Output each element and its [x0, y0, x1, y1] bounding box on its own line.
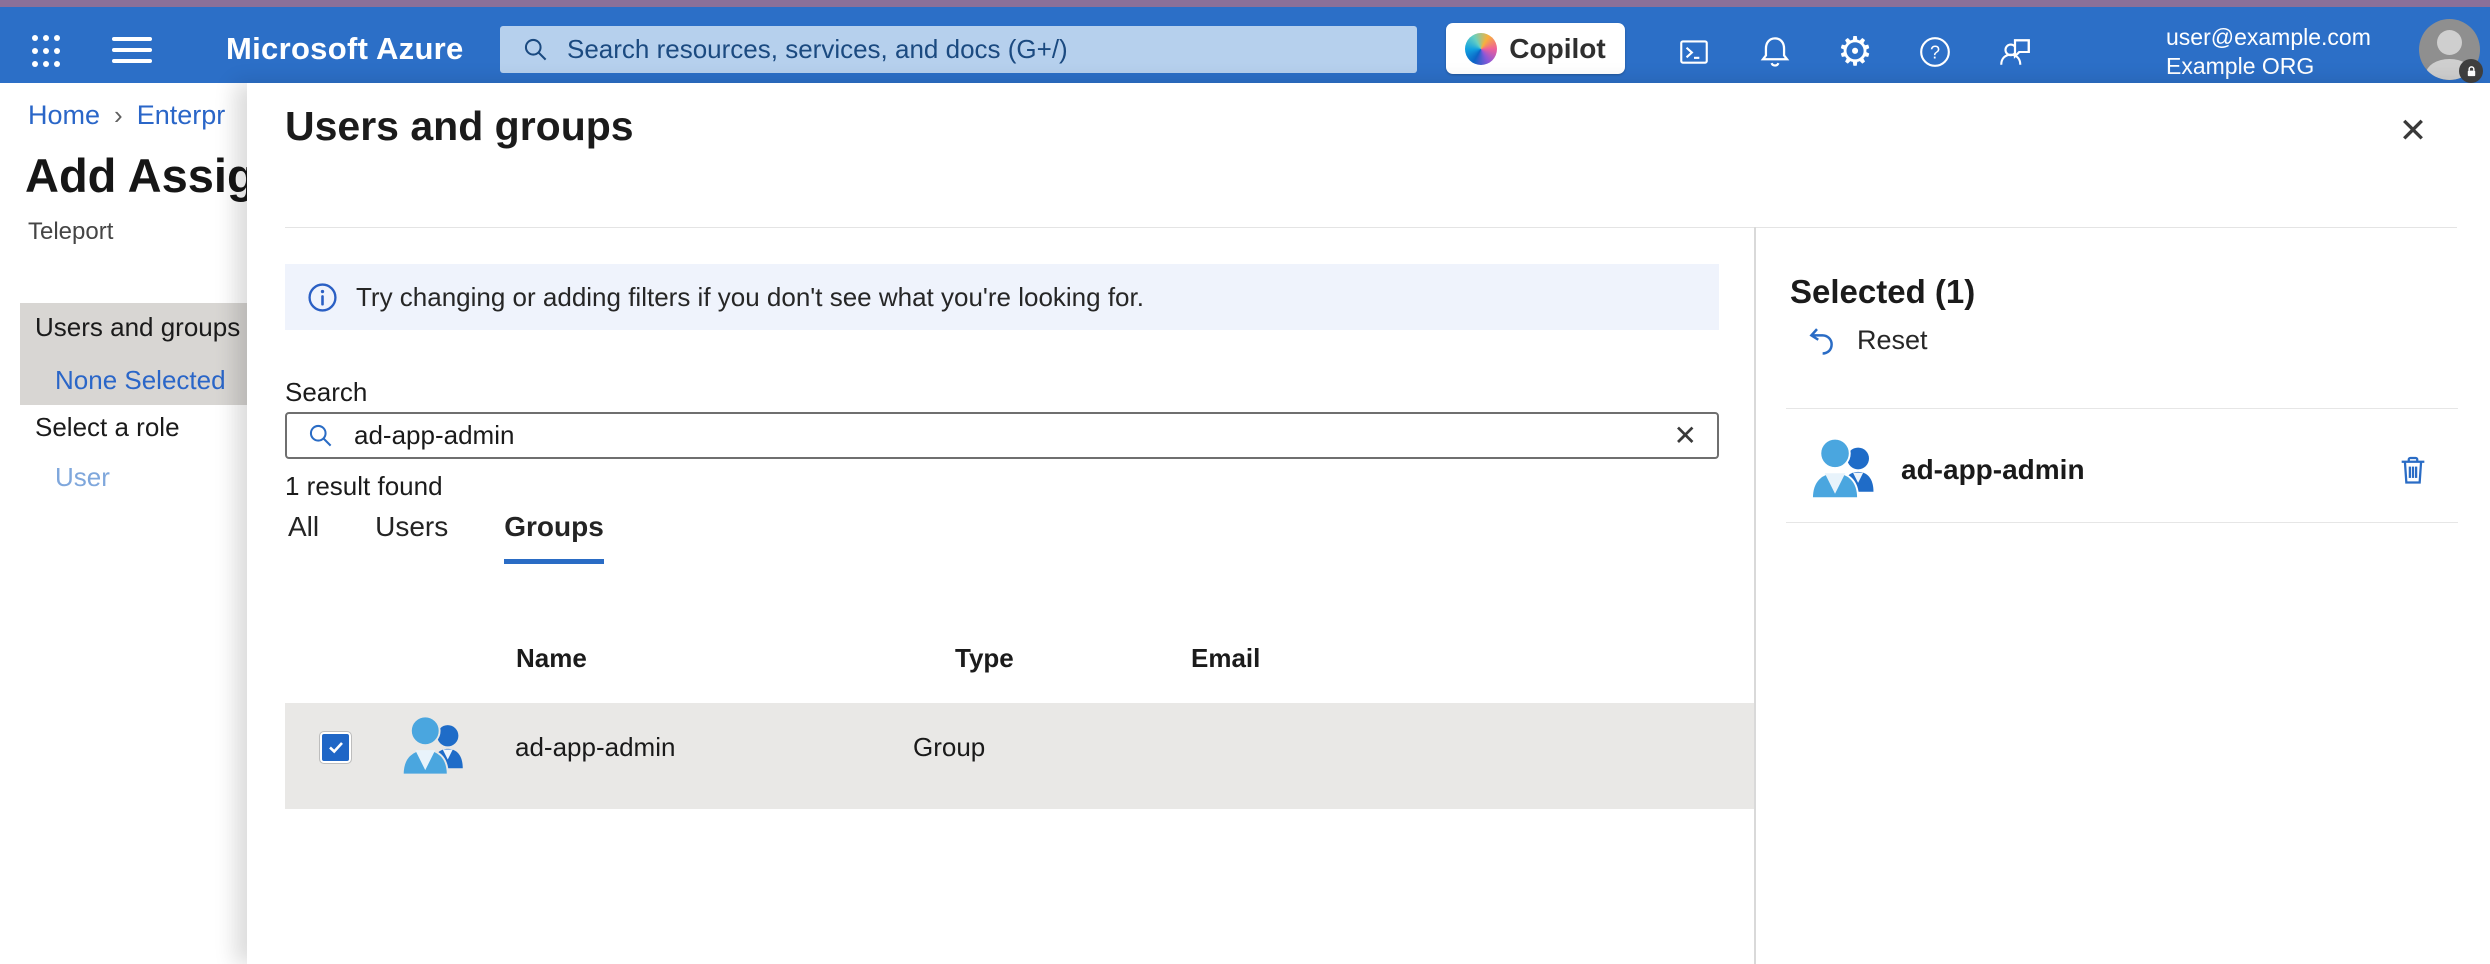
remove-trash-icon[interactable] [2396, 453, 2430, 487]
info-icon [307, 282, 338, 313]
azure-top-bar: Microsoft Azure Search resources, servic… [0, 7, 2490, 83]
svg-text:?: ? [1930, 42, 1940, 62]
account-email: user@example.com [2166, 23, 2371, 52]
azure-brand[interactable]: Microsoft Azure [226, 31, 464, 67]
row-checkbox[interactable] [320, 732, 351, 763]
column-header-name: Name [516, 643, 587, 674]
search-input[interactable]: ad-app-admin ✕ [285, 412, 1719, 459]
close-icon[interactable]: ✕ [2387, 105, 2439, 157]
breadcrumb-home-link[interactable]: Home [28, 100, 100, 130]
portal-menu-icon[interactable] [112, 33, 152, 67]
cloud-shell-icon[interactable] [1670, 28, 1718, 76]
wizard-step2-label: Select a role [35, 412, 180, 443]
tab-all[interactable]: All [288, 511, 319, 564]
selected-divider-top [1786, 408, 2458, 409]
result-count: 1 result found [285, 471, 443, 502]
feedback-icon[interactable] [1991, 28, 2039, 76]
group-icon [394, 707, 474, 787]
account-info[interactable]: user@example.com Example ORG [2166, 23, 2371, 81]
account-org: Example ORG [2166, 52, 2371, 81]
info-banner: Try changing or adding filters if you do… [285, 264, 1719, 330]
app-launcher-icon[interactable] [26, 31, 66, 71]
breadcrumb-current-link[interactable]: Enterpr [137, 100, 226, 130]
table-row[interactable]: ad-app-admin Group [285, 703, 1754, 809]
breadcrumb: Home › Enterpr [28, 100, 225, 131]
search-value: ad-app-admin [354, 420, 1654, 451]
wizard-step1-value-link[interactable]: None Selected [55, 365, 226, 396]
breadcrumb-separator: › [114, 100, 123, 130]
tab-groups[interactable]: Groups [504, 511, 604, 564]
flyout-title: Users and groups [285, 103, 634, 150]
reset-button[interactable]: Reset [1807, 325, 1928, 356]
row-name: ad-app-admin [515, 732, 913, 763]
clear-search-icon[interactable]: ✕ [1674, 419, 1697, 452]
settings-gear-icon[interactable]: ⚙ [1831, 28, 1879, 76]
reset-undo-icon [1807, 326, 1837, 356]
global-search-placeholder: Search resources, services, and docs (G+… [567, 34, 1068, 65]
column-header-email: Email [1191, 643, 1260, 674]
group-icon [1803, 429, 1885, 511]
wizard-step1-label: Users and groups [35, 312, 240, 343]
wizard-step2-value-link[interactable]: User [55, 462, 110, 493]
row-type: Group [913, 732, 985, 763]
users-and-groups-flyout: Users and groups ✕ Try changing or addin… [247, 83, 2490, 964]
copilot-button[interactable]: Copilot [1446, 23, 1625, 74]
page-title: Add Assig [25, 148, 256, 203]
selected-divider-bottom [1786, 522, 2458, 523]
filter-tabs: All Users Groups [288, 511, 604, 564]
global-search-input[interactable]: Search resources, services, and docs (G+… [500, 26, 1417, 73]
help-icon[interactable]: ? [1911, 28, 1959, 76]
selected-heading: Selected (1) [1790, 273, 1975, 311]
lock-badge-icon [2459, 59, 2483, 83]
avatar[interactable] [2419, 19, 2480, 80]
search-icon [522, 36, 549, 63]
tab-users[interactable]: Users [375, 511, 448, 564]
reset-label: Reset [1857, 325, 1928, 356]
search-label: Search [285, 377, 367, 408]
browser-theme-strip [0, 0, 2490, 7]
selected-item: ad-app-admin [1803, 429, 2458, 511]
info-banner-text: Try changing or adding filters if you do… [356, 282, 1144, 313]
copilot-label: Copilot [1509, 33, 1605, 65]
copilot-icon [1465, 33, 1497, 65]
page-subtitle: Teleport [28, 218, 113, 246]
title-divider [285, 227, 2457, 228]
search-icon [307, 422, 334, 449]
column-header-type: Type [955, 643, 1014, 674]
selected-item-name: ad-app-admin [1901, 454, 2085, 486]
vertical-divider [1754, 227, 1756, 964]
notifications-bell-icon[interactable] [1751, 28, 1799, 76]
